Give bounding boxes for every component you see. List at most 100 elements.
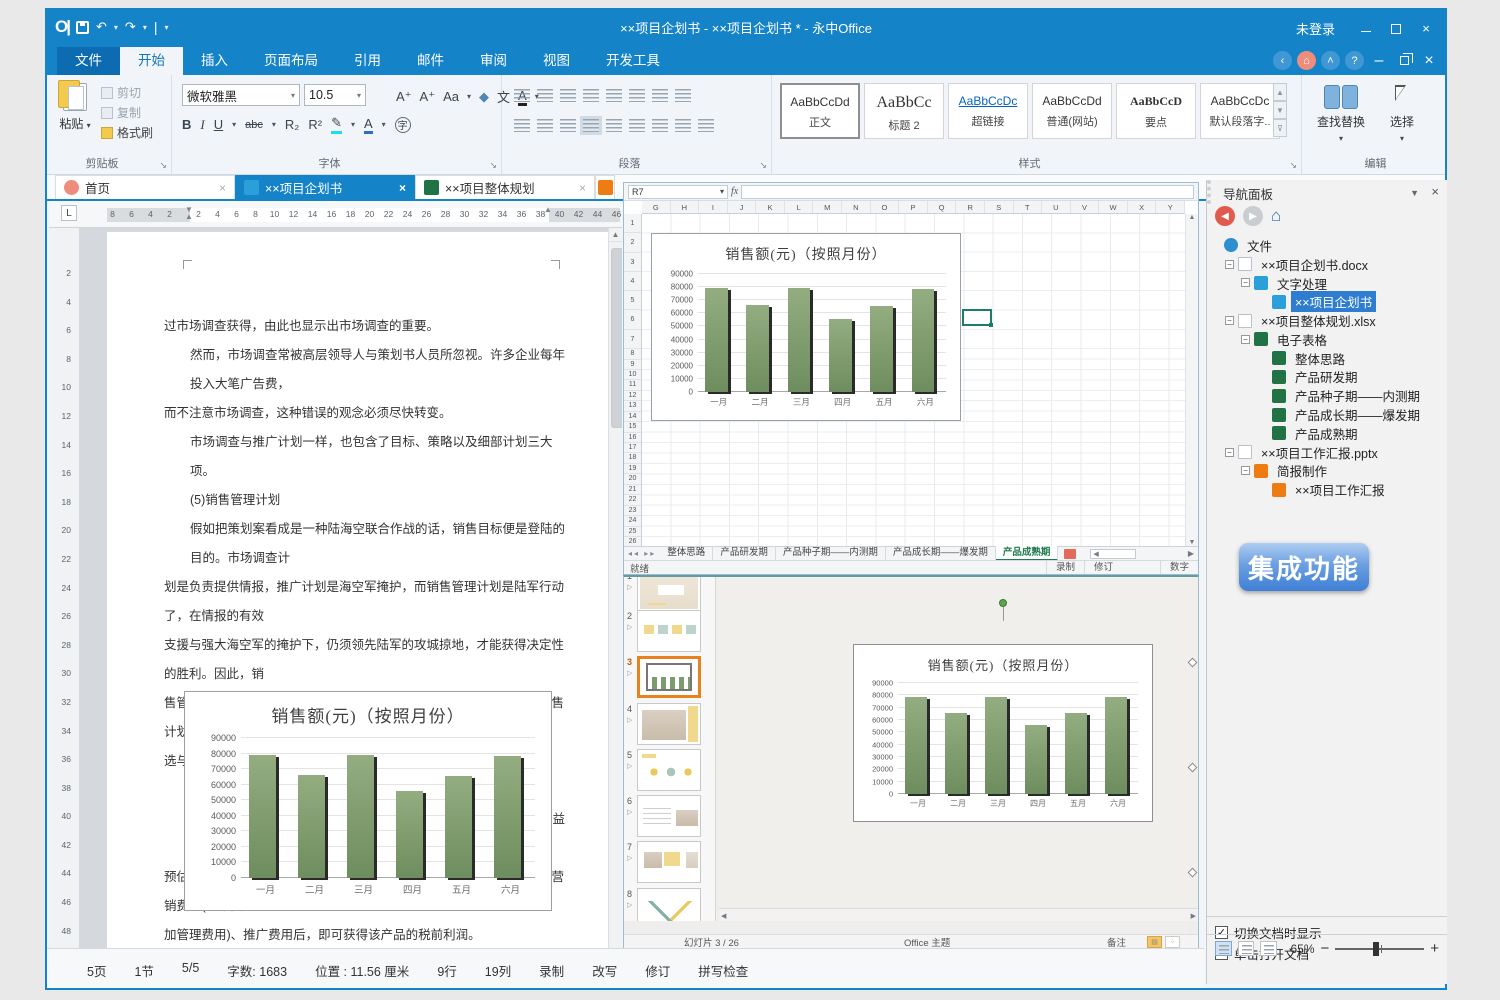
row-header[interactable]: 11 xyxy=(624,380,641,390)
font-color-button[interactable]: A xyxy=(364,116,373,134)
row-headers[interactable]: 1234567 89101112131415161718192021222324… xyxy=(624,214,642,546)
new-sheet-icon[interactable] xyxy=(1064,549,1076,559)
style-card[interactable]: AaBbCcDc 默认段落字.. xyxy=(1200,83,1280,139)
document-tab[interactable] xyxy=(595,175,615,199)
row-header[interactable]: 12 xyxy=(624,391,641,401)
row-header[interactable]: 7 xyxy=(624,330,641,349)
tab-close-icon[interactable]: × xyxy=(219,181,226,195)
scroll-up-icon[interactable]: ▲ xyxy=(609,228,622,242)
row-header[interactable]: 1 xyxy=(624,214,641,233)
row-header[interactable]: 25 xyxy=(624,527,641,537)
ribbon-tab[interactable]: 文件 xyxy=(57,47,120,75)
number-list-icon[interactable] xyxy=(537,89,553,102)
styles-more-icon[interactable]: ⊽ xyxy=(1273,119,1287,137)
copy-button[interactable]: 复制 xyxy=(101,103,153,123)
font-dialog-launcher[interactable]: ↘ xyxy=(489,160,497,171)
ribbon-tab[interactable]: 审阅 xyxy=(462,47,525,75)
column-header[interactable]: N xyxy=(842,201,871,213)
scrollbar-thumb[interactable] xyxy=(611,248,622,428)
align-left-icon[interactable] xyxy=(514,119,530,132)
selection-handle[interactable] xyxy=(1188,763,1198,773)
row-header[interactable]: 14 xyxy=(624,412,641,422)
scroll-down-icon[interactable]: ▼ xyxy=(1186,539,1198,546)
panel-close-icon[interactable]: × xyxy=(1431,184,1439,199)
distribute-icon[interactable] xyxy=(606,119,622,132)
status-item[interactable]: 5页 xyxy=(87,961,106,980)
highlight-button[interactable]: ✎ xyxy=(331,115,342,134)
doc-close-button[interactable]: × xyxy=(1419,52,1439,70)
tab-close-icon[interactable]: × xyxy=(579,181,586,195)
panel-dropdown-icon[interactable]: ▼ xyxy=(1410,188,1419,198)
sheet-tab[interactable]: 整体思路 xyxy=(660,546,713,561)
column-header[interactable]: G xyxy=(642,201,671,213)
tree-expander-icon[interactable]: − xyxy=(1241,278,1250,287)
strikethrough-button[interactable]: abc xyxy=(245,119,263,131)
enclose-char-button[interactable]: 字 xyxy=(395,117,411,133)
rotate-handle[interactable] xyxy=(999,599,1007,607)
slide-thumbnail-item[interactable]: 6 ▷ xyxy=(624,794,716,838)
status-item[interactable]: 修订 xyxy=(645,961,670,980)
tree-item-label[interactable]: ××项目工作汇报 xyxy=(1291,479,1389,500)
ribbon-tab[interactable]: 页面布局 xyxy=(246,47,336,75)
view-web-icon[interactable] xyxy=(1238,941,1255,956)
view-normal-icon[interactable] xyxy=(1215,941,1232,956)
tree-item[interactable]: − ××项目企划书.docx xyxy=(1211,255,1443,274)
row-header[interactable]: 24 xyxy=(624,516,641,526)
tree-item[interactable]: − 产品成长期——爆发期 xyxy=(1211,405,1443,424)
slide-thumbnail[interactable] xyxy=(637,610,701,652)
row-header[interactable]: 6 xyxy=(624,310,641,329)
slide-thumbnail[interactable] xyxy=(637,703,701,745)
tree-item[interactable]: − 简报制作 xyxy=(1211,462,1443,481)
selection-handle[interactable] xyxy=(1188,868,1198,878)
status-item[interactable]: 拼写检查 xyxy=(698,961,748,980)
align-right-icon[interactable] xyxy=(560,119,576,132)
justify-icon[interactable] xyxy=(583,119,599,132)
ribbon-tab[interactable]: 插入 xyxy=(183,47,246,75)
tree-item[interactable]: − ××项目整体规划.xlsx xyxy=(1211,311,1443,330)
sheet-status-item[interactable]: 修订 xyxy=(1084,561,1122,574)
font-family-combo[interactable]: 微软雅黑▾ xyxy=(182,84,300,106)
column-header[interactable]: Q xyxy=(928,201,957,213)
font-size-combo[interactable]: 10.5▾ xyxy=(304,84,366,106)
sales-chart-spreadsheet[interactable]: 销售额(元)（按照月份）0100002000030000400005000060… xyxy=(651,233,961,421)
sheet-tab[interactable]: 产品成熟期 xyxy=(996,546,1059,561)
slide-thumbnail[interactable] xyxy=(637,841,701,883)
doc-minimize-button[interactable]: – xyxy=(1369,52,1389,70)
sheet-tab-nav-icons[interactable]: ◂◂ ▸▸ xyxy=(628,549,656,558)
document-tab[interactable]: ××项目企划书 × xyxy=(235,175,415,199)
slide-thumbnail-item[interactable]: 5 ▷ xyxy=(624,748,716,792)
italic-button[interactable]: I xyxy=(200,117,204,133)
column-header[interactable]: R xyxy=(956,201,985,213)
back-circle-icon[interactable]: ‹ xyxy=(1273,51,1292,70)
login-status[interactable]: 未登录 xyxy=(1296,19,1335,38)
row-header[interactable]: 8 xyxy=(624,349,641,359)
fx-icon[interactable]: fx xyxy=(731,186,738,197)
tree-expander-icon[interactable]: − xyxy=(1241,335,1250,344)
row-header[interactable]: 26 xyxy=(624,537,641,546)
home-circle-icon[interactable]: ⌂ xyxy=(1297,51,1316,70)
doc-restore-button[interactable] xyxy=(1394,52,1414,70)
sheet-status-item[interactable]: 数字 xyxy=(1160,561,1198,574)
scroll-left-icon[interactable]: ◀ xyxy=(721,912,726,920)
column-header[interactable]: V xyxy=(1071,201,1100,213)
zoom-in-icon[interactable]: + xyxy=(1430,940,1439,957)
row-header[interactable]: 20 xyxy=(624,474,641,484)
cell-name-box[interactable]: R7▾ xyxy=(628,185,728,199)
styles-scroll-down-icon[interactable]: ▼ xyxy=(1273,101,1287,119)
underline-button[interactable]: U xyxy=(214,117,223,132)
sheet-tab[interactable]: 产品种子期——内测期 xyxy=(776,546,886,561)
zoom-slider[interactable] xyxy=(1335,948,1424,950)
scroll-up-icon[interactable]: ▲ xyxy=(1189,214,1196,221)
slide-thumbnail[interactable] xyxy=(637,656,701,698)
subscript-button[interactable]: R₂ xyxy=(285,117,299,132)
status-item[interactable]: 1节 xyxy=(134,961,153,980)
ribbon-tab[interactable]: 邮件 xyxy=(399,47,462,75)
tab-stop-selector[interactable]: L xyxy=(61,205,77,221)
sort-icon[interactable] xyxy=(675,89,691,102)
column-header[interactable]: H xyxy=(671,201,700,213)
tree-item[interactable]: − 产品种子期——内测期 xyxy=(1211,386,1443,405)
asian-layout-icon[interactable] xyxy=(629,89,645,102)
selection-handle[interactable] xyxy=(1188,658,1198,668)
zoom-out-icon[interactable]: − xyxy=(1321,940,1330,957)
vertical-ruler[interactable]: 2468101214161820222426283032343638404244… xyxy=(49,228,79,948)
